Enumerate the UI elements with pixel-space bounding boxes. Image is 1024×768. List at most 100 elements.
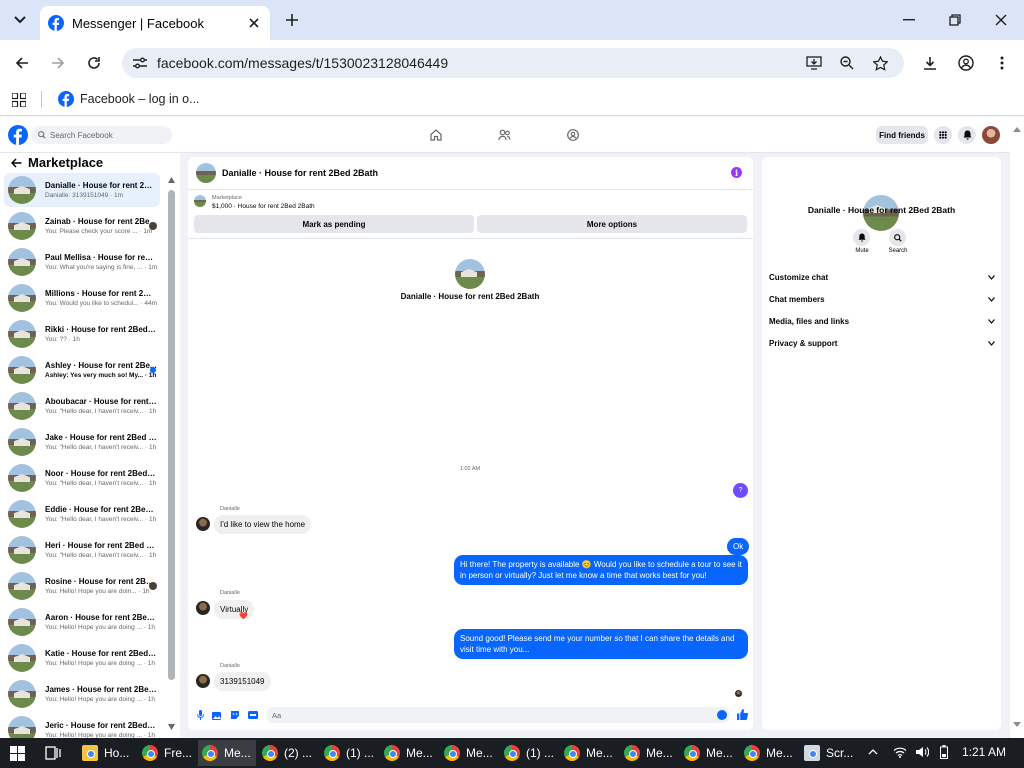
restore-icon[interactable]: [944, 10, 966, 30]
sidebar-scrollbar[interactable]: [168, 190, 175, 680]
home-icon[interactable]: [428, 128, 444, 142]
conversation-item[interactable]: Rosine · House for rent 2Be... You: Hello…: [4, 569, 160, 603]
search-in-conversation-button[interactable]: [889, 229, 906, 246]
forward-arrow-icon[interactable]: [48, 53, 68, 73]
chat-header-title[interactable]: Danialle · House for rent 2Bed 2Bath: [222, 168, 378, 178]
zoom-out-icon[interactable]: [839, 55, 855, 71]
more-options-button[interactable]: More options: [477, 215, 747, 233]
windows-start-icon[interactable]: [8, 744, 26, 762]
profile-icon[interactable]: [956, 53, 976, 73]
facebook-search-input[interactable]: Search Facebook: [31, 126, 172, 144]
conversation-item[interactable]: Eddie · House for rent 2Bed 2... You: "He…: [4, 497, 160, 531]
info-icon[interactable]: i: [731, 167, 742, 178]
conversation-item[interactable]: Heri · House for rent 2Bed 2B... You: "He…: [4, 533, 160, 567]
downloads-icon[interactable]: [920, 53, 940, 73]
new-tab-plus-icon[interactable]: [282, 10, 302, 30]
gif-icon[interactable]: [248, 710, 258, 720]
taskbar-app-button[interactable]: Fre...: [138, 740, 196, 766]
address-bar[interactable]: facebook.com/messages/t/1530023128046449: [122, 48, 904, 78]
groups-icon[interactable]: [565, 128, 581, 142]
taskbar-app-button[interactable]: Me...: [440, 740, 498, 766]
conversation-item[interactable]: Katie · House for rent 2Bed 2B... You: He…: [4, 641, 160, 675]
facebook-logo-icon[interactable]: [8, 125, 28, 145]
conversation-item[interactable]: Aaron · House for rent 2Bed 2... You: Hel…: [4, 605, 160, 639]
emoji-icon[interactable]: [717, 710, 727, 720]
outgoing-question-bubble[interactable]: ?: [733, 483, 748, 498]
chat-header-avatar[interactable]: [196, 163, 216, 183]
notifications-button[interactable]: [958, 126, 976, 144]
taskbar-app-button[interactable]: Me...: [198, 740, 256, 766]
apps-grid-icon[interactable]: [10, 91, 28, 109]
like-thumbs-up-icon[interactable]: [736, 708, 748, 720]
conversation-item[interactable]: Jake · House for rent 2Bed 2B... You: "He…: [4, 425, 160, 459]
media-files-links-row[interactable]: Media, files and links: [769, 312, 995, 330]
find-friends-button[interactable]: Find friends: [876, 126, 928, 144]
incoming-message[interactable]: Virtually: [214, 600, 255, 619]
taskbar-app-button[interactable]: Me...: [680, 740, 738, 766]
conversation-item[interactable]: Rikki · House for rent 2Bed 2B... You: ??…: [4, 317, 160, 351]
volume-icon[interactable]: [914, 745, 930, 759]
show-hidden-icons-chevron-icon[interactable]: [866, 745, 880, 759]
minimize-icon[interactable]: [898, 10, 920, 30]
sender-avatar[interactable]: [196, 601, 210, 615]
taskbar-app-button[interactable]: Me...: [620, 740, 678, 766]
back-arrow-icon[interactable]: [12, 53, 32, 73]
friends-icon[interactable]: [496, 128, 512, 142]
taskbar-app-button[interactable]: Me...: [740, 740, 798, 766]
conversation-item[interactable]: James · House for rent 2Bed 2... You: Hel…: [4, 677, 160, 711]
taskbar-app-button[interactable]: Me...: [560, 740, 618, 766]
conversation-item[interactable]: Ashley · House for rent 2Be... Ashley: Ye…: [4, 353, 160, 387]
customize-chat-row[interactable]: Customize chat: [769, 268, 995, 286]
photo-icon[interactable]: [212, 710, 222, 720]
taskbar-app-button[interactable]: Ho...: [78, 740, 136, 766]
listing-detail[interactable]: $1,000 · House for rent 2Bed 2Bath: [212, 203, 315, 210]
sender-avatar[interactable]: [196, 517, 210, 531]
reload-icon[interactable]: [84, 53, 104, 73]
install-app-icon[interactable]: [806, 55, 822, 71]
conversation-item[interactable]: Millions · House for rent 2Bed... You: Wo…: [4, 281, 160, 315]
privacy-support-row[interactable]: Privacy & support: [769, 334, 995, 352]
listing-thumbnail[interactable]: [194, 195, 206, 207]
outgoing-message[interactable]: Ok: [727, 538, 750, 555]
bookmark-star-icon[interactable]: [872, 55, 888, 71]
clock-time[interactable]: 1:21 AM: [962, 745, 1006, 759]
microphone-icon[interactable]: [195, 710, 205, 720]
wifi-icon[interactable]: [892, 745, 908, 759]
heart-reaction-icon[interactable]: ❤️: [239, 612, 248, 620]
conversation-item[interactable]: Zainab · House for rent 2Be... You: Pleas…: [4, 209, 160, 243]
task-view-icon[interactable]: [44, 744, 62, 762]
incoming-message[interactable]: 3139151049: [214, 672, 271, 691]
sender-avatar[interactable]: [196, 674, 210, 688]
browser-tab[interactable]: Messenger | Facebook: [40, 6, 270, 40]
incoming-message[interactable]: I'd like to view the home: [214, 515, 312, 534]
bookmark-facebook[interactable]: Facebook – log in o...: [58, 91, 200, 107]
battery-icon[interactable]: [936, 745, 952, 759]
mark-as-pending-button[interactable]: Mark as pending: [194, 215, 474, 233]
outgoing-message[interactable]: Hi there! The property is available 😊 Wo…: [454, 555, 748, 585]
taskbar-app-button[interactable]: Me...: [380, 740, 438, 766]
taskbar-app-button[interactable]: (1) ...: [500, 740, 558, 766]
tab-search-chevron-icon[interactable]: [10, 10, 30, 30]
chat-members-row[interactable]: Chat members: [769, 290, 995, 308]
menu-grid-button[interactable]: [934, 126, 952, 144]
outgoing-message[interactable]: Sound good! Please send me your number s…: [454, 629, 748, 659]
conversation-item[interactable]: Noor · House for rent 2Bed 2B... You: "He…: [4, 461, 160, 495]
mute-button[interactable]: [853, 229, 870, 246]
close-tab-icon[interactable]: [246, 15, 262, 31]
back-arrow-icon[interactable]: [9, 157, 23, 169]
scroll-down-icon[interactable]: [168, 724, 175, 732]
taskbar-app-button[interactable]: (1) ...: [320, 740, 378, 766]
contact-avatar-large[interactable]: [455, 259, 485, 289]
conversation-item[interactable]: Paul Mellisa · House for rent 2... You: W…: [4, 245, 160, 279]
browser-menu-icon[interactable]: [992, 53, 1012, 73]
taskbar-app-button[interactable]: Scr...: [800, 740, 858, 766]
taskbar-app-button[interactable]: (2) ...: [258, 740, 316, 766]
conversation-item[interactable]: Aboubacar · House for rent 2... You: "Hel…: [4, 389, 160, 423]
scroll-up-icon[interactable]: [168, 177, 175, 185]
page-scrollbar[interactable]: [1010, 117, 1024, 738]
conversation-item[interactable]: Danialle · House for rent 2Bed... Daniall…: [4, 173, 160, 207]
close-window-icon[interactable]: [990, 10, 1012, 30]
site-settings-icon[interactable]: [132, 55, 148, 71]
sticker-icon[interactable]: [230, 710, 240, 720]
account-avatar[interactable]: [982, 126, 1000, 144]
